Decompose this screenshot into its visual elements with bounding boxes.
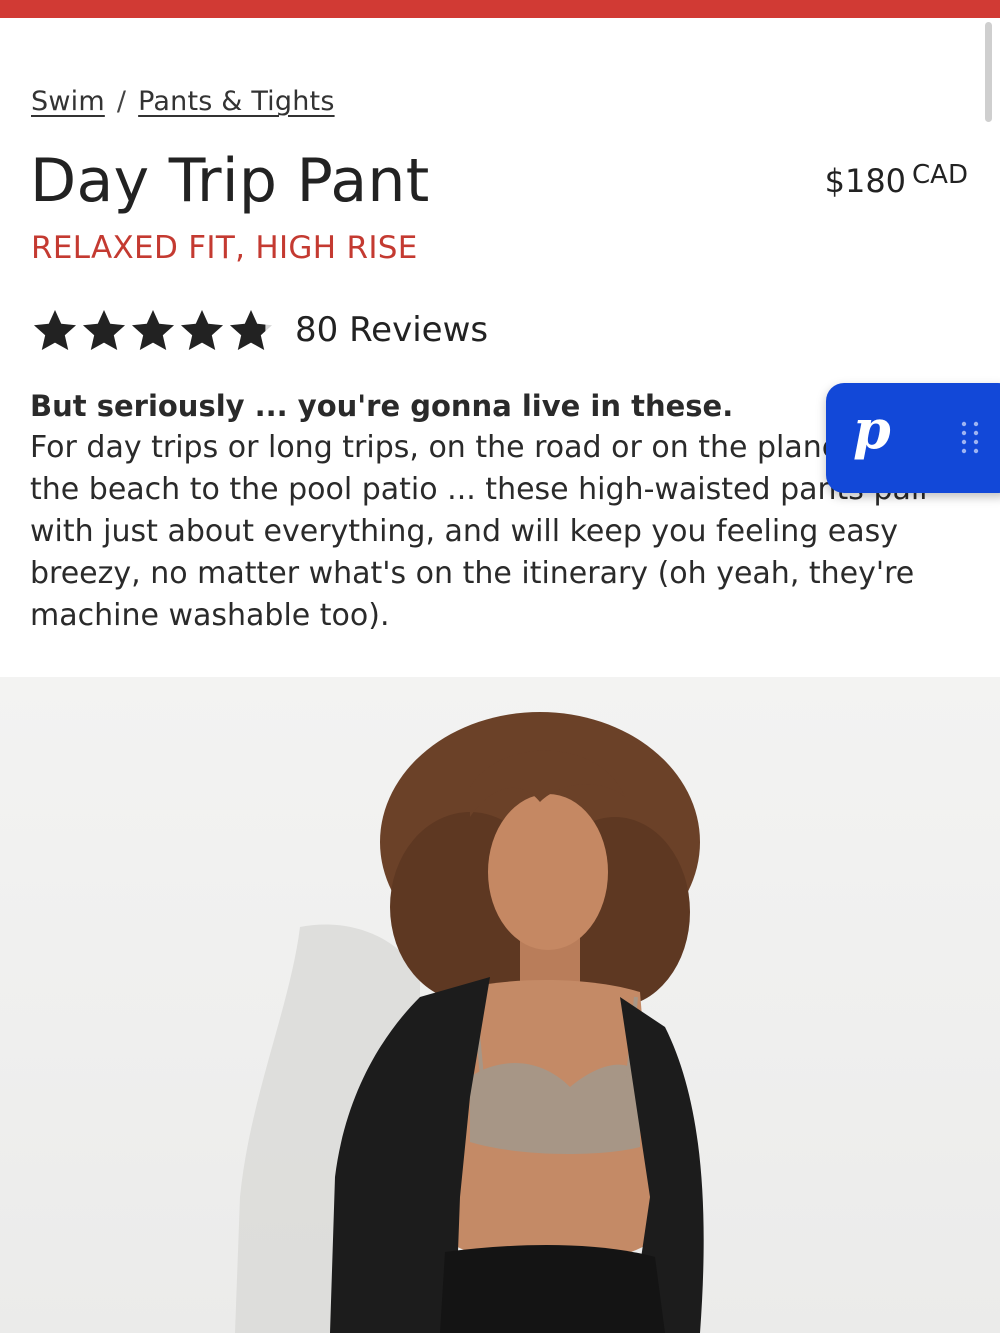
floating-extension-widget[interactable]: p: [826, 383, 1000, 493]
breadcrumb-swim-link[interactable]: Swim: [31, 86, 105, 117]
product-hero-image[interactable]: [0, 677, 1000, 1333]
star-icon: [132, 310, 174, 350]
product-price: $180 CAD: [825, 160, 968, 200]
description-lead: But seriously ... you're gonna live in t…: [30, 389, 734, 423]
breadcrumb: Swim / Pants & Tights: [31, 86, 335, 117]
star-icon: [181, 310, 223, 350]
product-title: Day Trip Pant: [30, 146, 430, 216]
price-amount: $180: [824, 162, 907, 200]
breadcrumb-separator: /: [116, 86, 127, 117]
star-icon: [230, 310, 272, 350]
reviews-link[interactable]: 80 Reviews: [295, 310, 488, 350]
drag-handle-icon[interactable]: [959, 419, 981, 455]
product-description: But seriously ... you're gonna live in t…: [30, 385, 960, 637]
extension-logo: p: [853, 397, 891, 461]
top-accent-bar: [0, 0, 1000, 18]
product-photo: [235, 712, 704, 1333]
description-body: For day trips or long trips, on the road…: [30, 430, 932, 633]
star-icon: [34, 310, 76, 350]
fit-description: RELAXED FIT, HIGH RISE: [31, 230, 418, 266]
star-rating[interactable]: [31, 307, 275, 353]
breadcrumb-pants-tights-link[interactable]: Pants & Tights: [138, 86, 334, 117]
price-currency: CAD: [912, 160, 968, 190]
rating-row[interactable]: 80 Reviews: [31, 306, 488, 354]
scrollbar[interactable]: [985, 22, 992, 122]
star-icon: [83, 310, 125, 350]
product-page: Swim / Pants & Tights Day Trip Pant $180 CA…: [0, 0, 1000, 1333]
